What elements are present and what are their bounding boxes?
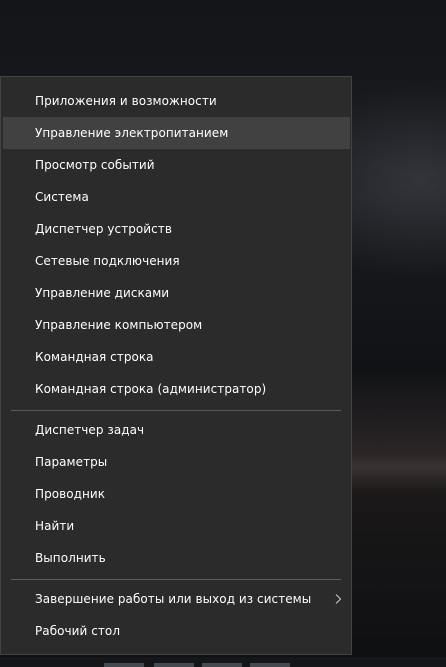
taskbar-app-icon[interactable] [154, 663, 194, 667]
menu-item-device-manager[interactable]: Диспетчер устройств [3, 213, 350, 245]
menu-separator [11, 579, 341, 580]
menu-item-label: Рабочий стол [35, 624, 121, 638]
menu-item-label: Проводник [35, 487, 106, 501]
menu-item-task-manager[interactable]: Диспетчер задач [3, 414, 350, 446]
menu-item-system[interactable]: Система [3, 181, 350, 213]
menu-item-power-options[interactable]: Управление электропитанием [3, 117, 350, 149]
menu-item-label: Просмотр событий [35, 158, 155, 172]
menu-item-label: Командная строка [35, 350, 154, 364]
menu-item-label: Диспетчер задач [35, 423, 145, 437]
menu-item-label: Управление компьютером [35, 318, 203, 332]
menu-item-file-explorer[interactable]: Проводник [3, 478, 350, 510]
win-x-context-menu: Приложения и возможности Управление элек… [0, 76, 352, 655]
menu-item-apps-and-features[interactable]: Приложения и возможности [3, 85, 350, 117]
menu-item-label: Завершение работы или выход из системы [35, 592, 312, 606]
menu-item-network-connections[interactable]: Сетевые подключения [3, 245, 350, 277]
taskbar [0, 657, 446, 667]
chevron-right-icon [335, 594, 342, 604]
taskbar-app-icon[interactable] [202, 663, 242, 667]
menu-item-label: Параметры [35, 455, 108, 469]
menu-item-label: Найти [35, 519, 75, 533]
menu-item-settings[interactable]: Параметры [3, 446, 350, 478]
menu-item-label: Диспетчер устройств [35, 222, 172, 236]
menu-item-command-prompt-admin[interactable]: Командная строка (администратор) [3, 373, 350, 405]
menu-item-shut-down-or-sign-out[interactable]: Завершение работы или выход из системы [3, 583, 350, 615]
menu-item-label: Управление электропитанием [35, 126, 229, 140]
menu-item-label: Управление дисками [35, 286, 170, 300]
menu-item-search[interactable]: Найти [3, 510, 350, 542]
taskbar-app-icon[interactable] [104, 663, 144, 667]
menu-item-command-prompt[interactable]: Командная строка [3, 341, 350, 373]
menu-item-label: Командная строка (администратор) [35, 382, 267, 396]
menu-item-label: Система [35, 190, 89, 204]
menu-separator [11, 410, 341, 411]
menu-item-event-viewer[interactable]: Просмотр событий [3, 149, 350, 181]
menu-item-disk-management[interactable]: Управление дисками [3, 277, 350, 309]
taskbar-app-icon[interactable] [250, 663, 290, 667]
menu-item-computer-management[interactable]: Управление компьютером [3, 309, 350, 341]
menu-item-run[interactable]: Выполнить [3, 542, 350, 574]
menu-item-label: Сетевые подключения [35, 254, 180, 268]
menu-item-desktop[interactable]: Рабочий стол [3, 615, 350, 647]
menu-item-label: Приложения и возможности [35, 94, 217, 108]
menu-item-label: Выполнить [35, 551, 106, 565]
